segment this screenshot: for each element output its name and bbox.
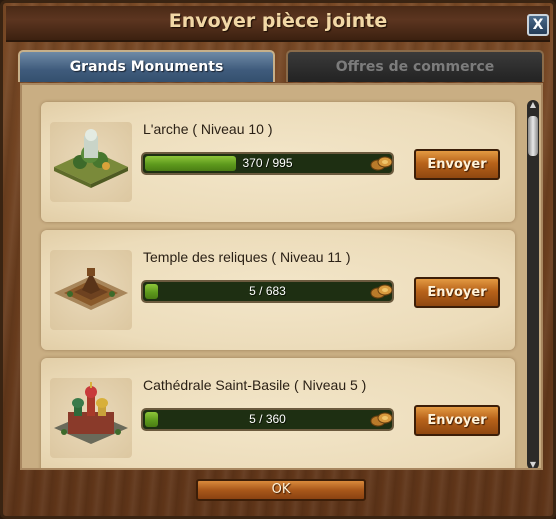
list-item: Temple des reliques ( Niveau 11 ) 5 / 68… [41, 230, 515, 350]
close-button[interactable]: X [527, 14, 549, 36]
ok-button[interactable]: OK [196, 479, 366, 501]
monument-name: Cathédrale Saint-Basile ( Niveau 5 ) [143, 377, 367, 393]
scrollbar[interactable]: ▲ ▼ [527, 100, 539, 468]
cathedral-building-icon [50, 378, 132, 458]
list-item: Cathédrale Saint-Basile ( Niveau 5 ) 5 /… [41, 358, 515, 468]
forge-points-coins-icon [370, 412, 393, 427]
progress-text: 5 / 360 [249, 412, 286, 426]
scroll-thumb[interactable] [528, 116, 538, 156]
progress-bar: 5 / 683 [141, 280, 394, 303]
send-button[interactable]: Envoyer [414, 405, 500, 436]
monument-list: L'arche ( Niveau 10 ) 370 / 995 Envoyer [20, 83, 543, 470]
send-button[interactable]: Envoyer [414, 149, 500, 180]
ark-building-icon [50, 122, 132, 202]
tab-offres-de-commerce[interactable]: Offres de commerce [286, 50, 544, 82]
scroll-down-arrow-icon[interactable]: ▼ [527, 460, 539, 468]
dialog-title: Envoyer pièce jointe [168, 10, 388, 32]
forge-points-coins-icon [370, 156, 393, 171]
progress-bar: 5 / 360 [141, 408, 394, 431]
tab-grands-monuments[interactable]: Grands Monuments [18, 50, 275, 82]
progress-text: 370 / 995 [242, 156, 293, 170]
scroll-up-arrow-icon[interactable]: ▲ [527, 100, 539, 110]
progress-text: 5 / 683 [249, 284, 286, 298]
send-button[interactable]: Envoyer [414, 277, 500, 308]
forge-points-coins-icon [370, 284, 393, 299]
temple-building-icon [50, 250, 132, 330]
monument-name: Temple des reliques ( Niveau 11 ) [143, 249, 351, 265]
list-item: L'arche ( Niveau 10 ) 370 / 995 Envoyer [41, 102, 515, 222]
dialog-window: Envoyer pièce jointe X Grands Monuments … [0, 0, 556, 519]
progress-bar: 370 / 995 [141, 152, 394, 175]
monument-name: L'arche ( Niveau 10 ) [143, 121, 273, 137]
